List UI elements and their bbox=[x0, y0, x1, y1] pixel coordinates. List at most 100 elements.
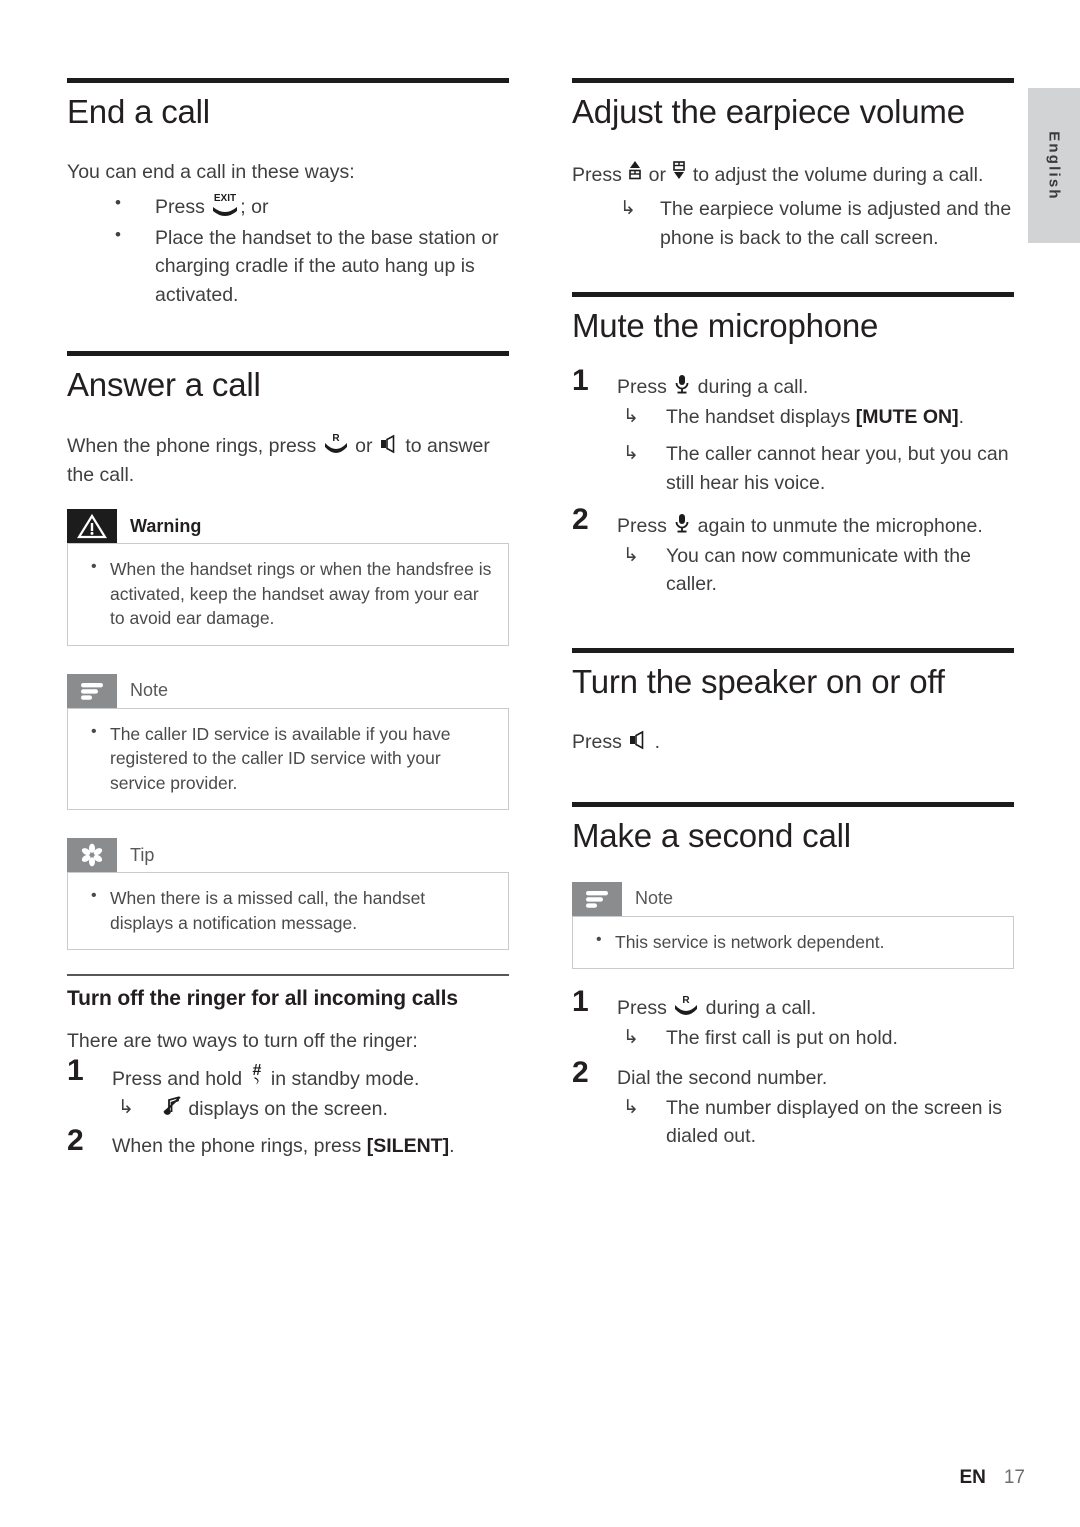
list-item: 1 Press R during a call. ↳ The first call… bbox=[572, 987, 1014, 1052]
left-column: End a call You can end a call in these w… bbox=[67, 78, 509, 1170]
tip-callout-head: Tip bbox=[67, 838, 509, 873]
result-arrow-icon: ↳ bbox=[620, 198, 636, 220]
section-rule bbox=[572, 292, 1014, 298]
section-answer-a-call: Answer a call When the phone rings, pres… bbox=[67, 351, 509, 951]
ringer-intro: There are two ways to turn off the ringe… bbox=[67, 1030, 418, 1053]
bullet-text: Place the handset to the base station or… bbox=[155, 226, 499, 306]
list-item: 2 When the phone rings, press [SILENT]. bbox=[67, 1126, 509, 1160]
ringer-off-note-icon bbox=[161, 1094, 183, 1118]
hash-key-icon: # bbox=[248, 1062, 266, 1088]
note-callout: Note The caller ID service is available … bbox=[67, 673, 509, 811]
warning-triangle-icon bbox=[67, 509, 117, 544]
step-text-pre: Press bbox=[617, 515, 673, 538]
bullet-text-pre: Press bbox=[155, 196, 211, 219]
note-callout-head: Note bbox=[67, 673, 509, 708]
note-callout-body: The caller ID service is available if yo… bbox=[67, 707, 509, 811]
list-item: This service is network dependent. bbox=[589, 929, 997, 955]
step-number: 1 bbox=[67, 1053, 84, 1087]
section-make-second-call: Make a second call Note This service is … bbox=[572, 801, 1014, 1151]
svg-text:#: # bbox=[252, 1062, 261, 1079]
section-rule bbox=[572, 647, 1014, 653]
right-column: Adjust the earpiece volume Press or to a… bbox=[572, 78, 1014, 1160]
earpiece-volume-intro: Press or to adjust the volume during a c… bbox=[572, 158, 1014, 189]
result-text-pre: The handset displays bbox=[666, 405, 856, 428]
note-lines-icon bbox=[572, 881, 622, 916]
recall-r-icon: R bbox=[322, 431, 350, 455]
step-text-pre: Press bbox=[617, 376, 673, 399]
step-text-pre: When the phone rings, press bbox=[112, 1135, 367, 1158]
step-text-pre: Press bbox=[617, 997, 673, 1020]
speaker-icon bbox=[378, 433, 400, 455]
result-arrow-icon: ↳ bbox=[623, 405, 639, 427]
language-tab-label: English bbox=[1045, 130, 1063, 201]
result-arrow-icon: ↳ bbox=[118, 1096, 134, 1118]
step-text: When the phone rings, press [SILENT]. bbox=[112, 1135, 454, 1157]
tip-callout-body: When there is a missed call, the handset… bbox=[67, 872, 509, 951]
volume-intro-mid: or bbox=[643, 163, 672, 186]
step-text-post: again to unmute the microphone. bbox=[692, 515, 983, 538]
volume-intro-post: to adjust the volume during a call. bbox=[687, 163, 984, 186]
section-mute-microphone: Mute the microphone 1 Press during a cal… bbox=[572, 292, 1014, 598]
step-result: ↳ The number displayed on the screen is d… bbox=[617, 1094, 1014, 1151]
volume-down-icon bbox=[671, 158, 687, 184]
step-result: ↳ The first call is put on hold. bbox=[617, 1024, 1014, 1052]
page-title-earpiece-volume: Adjust the earpiece volume bbox=[572, 93, 965, 130]
result-text: The first call is put on hold. bbox=[666, 1026, 898, 1049]
step-text: Dial the second number. bbox=[617, 1067, 828, 1090]
list-item: 2 Dial the second number. ↳ The number di… bbox=[572, 1058, 1014, 1151]
result-arrow-icon: ↳ bbox=[623, 443, 639, 465]
section-speaker-toggle: Turn the speaker on or off Press . bbox=[572, 647, 1014, 756]
speaker-intro-post: . bbox=[649, 730, 661, 753]
second-call-steps: 1 Press R during a call. ↳ The first call… bbox=[572, 987, 1014, 1151]
svg-text:R: R bbox=[683, 995, 691, 1006]
result-text: The earpiece volume is adjusted and the … bbox=[660, 198, 1012, 249]
volume-result: ↳ The earpiece volume is adjusted and the… bbox=[572, 195, 1014, 252]
warning-callout-head: Warning bbox=[67, 509, 509, 544]
step-result: ↳ The caller cannot hear you, but you can… bbox=[617, 440, 1014, 497]
result-arrow-icon: ↳ bbox=[623, 1026, 639, 1048]
step-number: 2 bbox=[67, 1124, 84, 1158]
svg-text:R: R bbox=[332, 433, 340, 444]
step-text: Press again to unmute the microphone. bbox=[617, 514, 983, 538]
list-item: Press EXIT ; or bbox=[67, 191, 509, 221]
answer-intro-pre: When the phone rings, press bbox=[67, 435, 322, 458]
page-title-answer-a-call: Answer a call bbox=[67, 366, 261, 404]
result-text: You can now communicate with the caller. bbox=[666, 544, 971, 596]
note-callout-head: Note bbox=[572, 881, 1014, 916]
microphone-icon bbox=[672, 511, 692, 535]
speaker-icon bbox=[627, 729, 649, 751]
step-number: 2 bbox=[572, 1056, 589, 1090]
note-callout-label: Note bbox=[635, 888, 674, 909]
section-end-a-call: End a call You can end a call in these w… bbox=[67, 78, 509, 309]
result-arrow-icon: ↳ bbox=[623, 1096, 639, 1118]
note-callout: Note This service is network dependent. bbox=[572, 881, 1014, 970]
svg-text:EXIT: EXIT bbox=[214, 193, 236, 204]
subsection-title-ringer: Turn off the ringer for all incoming cal… bbox=[67, 987, 458, 1011]
tip-asterisk-icon bbox=[67, 838, 117, 873]
page-title-make-second-call: Make a second call bbox=[572, 816, 851, 854]
list-item: 2 Press again to unmute the microphone. … bbox=[572, 505, 1014, 598]
step-text-tail: . bbox=[449, 1135, 455, 1158]
section-rule bbox=[67, 351, 509, 357]
tip-callout-label: Tip bbox=[130, 844, 155, 865]
list-item: 1 Press and hold # in standby mode. ↳ di… bbox=[67, 1055, 509, 1124]
result-arrow-icon: ↳ bbox=[623, 544, 639, 566]
note-callout-label: Note bbox=[130, 680, 169, 701]
step-keyword: [SILENT] bbox=[366, 1135, 450, 1158]
section-rule bbox=[572, 78, 1014, 83]
warning-callout-body: When the handset rings or when the hands… bbox=[67, 543, 509, 646]
tip-callout: Tip When there is a missed call, the han… bbox=[67, 838, 509, 951]
page-title-mute-microphone: Mute the microphone bbox=[572, 307, 879, 345]
step-number: 2 bbox=[572, 503, 589, 537]
bullet-text-post: ; or bbox=[240, 196, 269, 219]
result-text: displays on the screen. bbox=[183, 1097, 388, 1120]
step-text: Press R during a call. bbox=[617, 995, 816, 1020]
page-title-end-a-call: End a call bbox=[67, 93, 210, 130]
step-result: ↳ The handset displays [MUTE ON]. bbox=[617, 403, 1014, 431]
volume-intro-pre: Press bbox=[572, 163, 628, 186]
warning-callout-label: Warning bbox=[130, 515, 202, 536]
warning-callout: Warning When the handset rings or when t… bbox=[67, 509, 509, 646]
result-text: The number displayed on the screen is di… bbox=[666, 1096, 1003, 1148]
manual-page: English End a call You can end a call in… bbox=[0, 0, 1080, 1527]
result-text: The caller cannot hear you, but you can … bbox=[666, 443, 1009, 494]
